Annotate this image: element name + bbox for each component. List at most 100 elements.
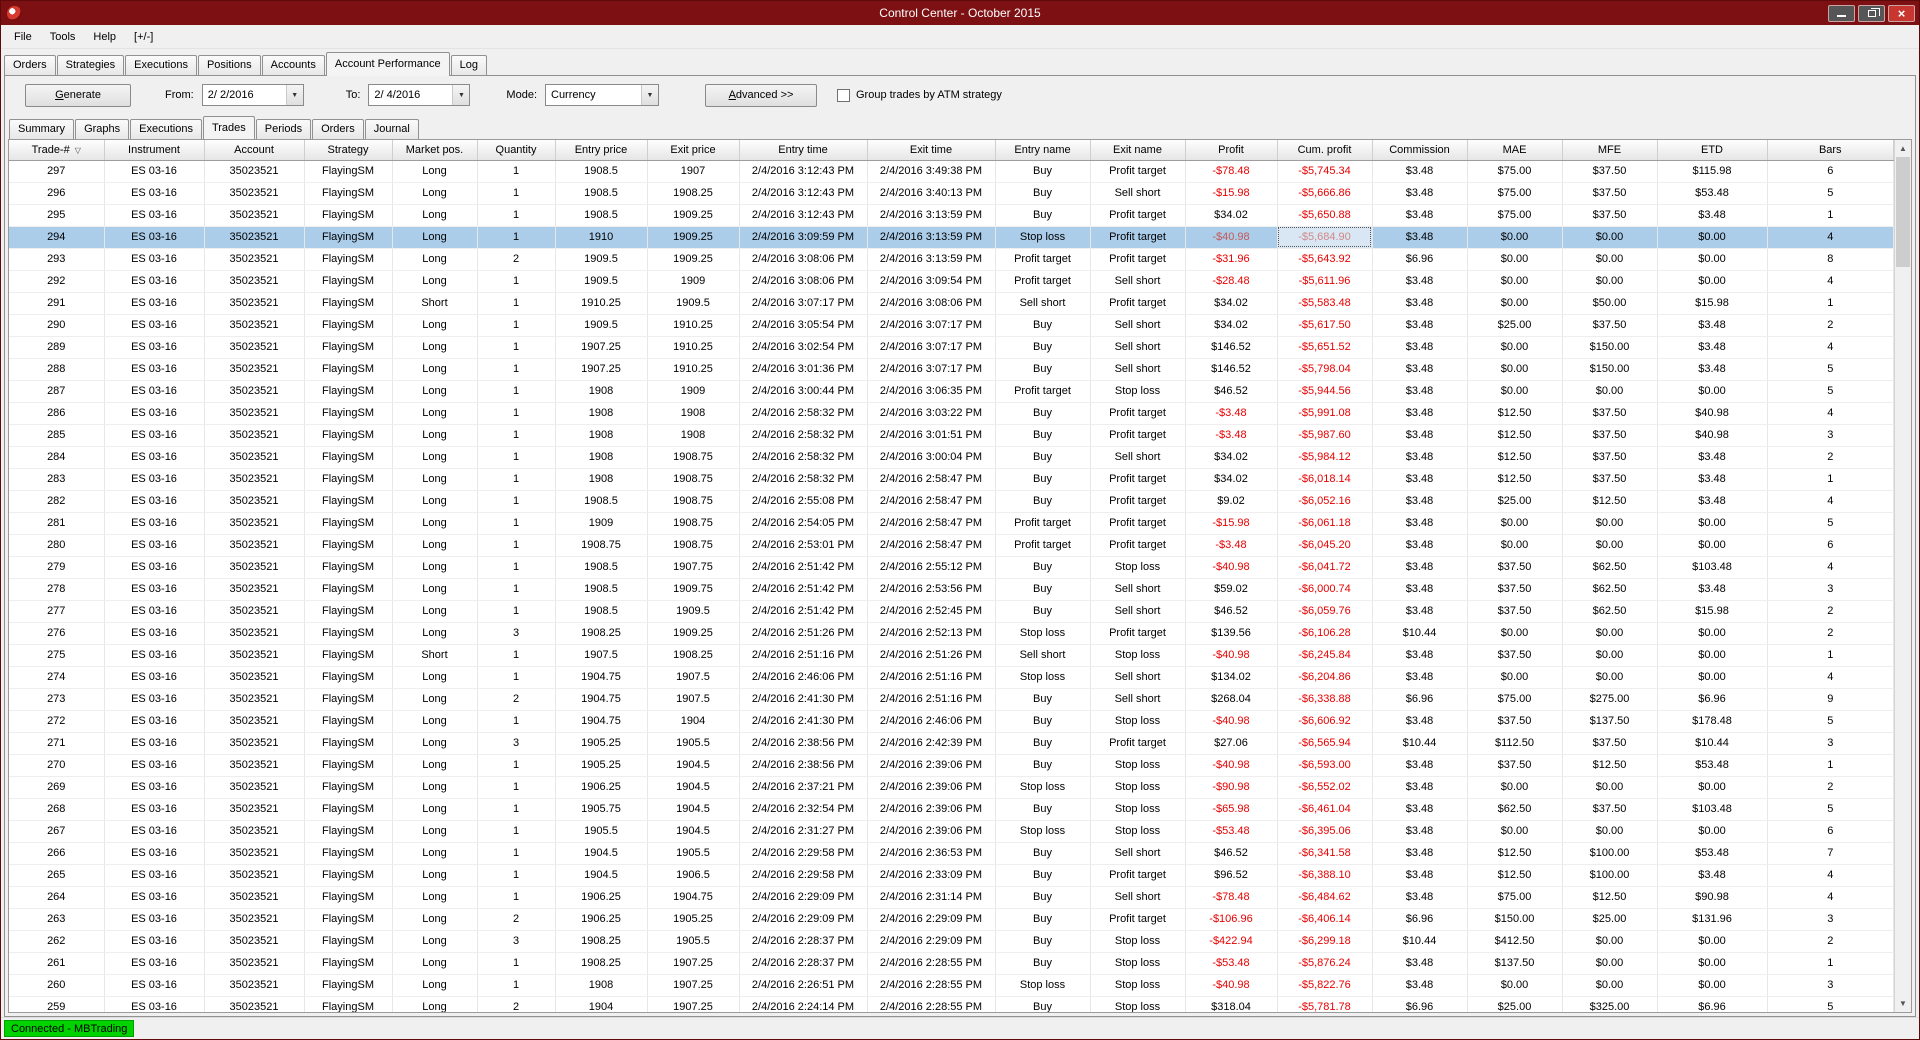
mode-combobox[interactable]: Currency ▼ <box>545 84 659 106</box>
menu-item-tools[interactable]: Tools <box>41 28 85 46</box>
column-header-entry-price[interactable]: Entry price <box>555 140 648 161</box>
close-button[interactable]: × <box>1888 4 1915 22</box>
table-row-trade-263[interactable]: 263 ES 03-16 35023521 FlayingSM Long 2 1906.25… <box>9 908 1894 931</box>
column-header-entry-time[interactable]: Entry time <box>739 140 868 161</box>
subtab-trades[interactable]: Trades <box>202 116 255 140</box>
table-row-trade-285[interactable]: 285 ES 03-16 35023521 FlayingSM Long 1 1908 190… <box>9 424 1894 447</box>
group-trades-checkbox-label[interactable]: Group trades by ATM strategy <box>856 89 1002 101</box>
table-row-trade-293[interactable]: 293 ES 03-16 35023521 FlayingSM Long 2 1909.5 1… <box>9 248 1894 271</box>
advanced-button[interactable]: Advanced >> <box>705 83 817 107</box>
column-header-commission[interactable]: Commission <box>1372 140 1468 161</box>
to-dropdown-icon[interactable]: ▼ <box>452 85 470 105</box>
to-date-picker[interactable]: 2/ 4/2016 ▼ <box>368 84 471 106</box>
table-row-trade-270[interactable]: 270 ES 03-16 35023521 FlayingSM Long 1 1905.25… <box>9 754 1894 777</box>
menu-item-help[interactable]: Help <box>84 28 125 46</box>
table-row-trade-267[interactable]: 267 ES 03-16 35023521 FlayingSM Long 1 1905.5 1… <box>9 820 1894 843</box>
table-row-trade-272[interactable]: 272 ES 03-16 35023521 FlayingSM Long 1 1904.75… <box>9 710 1894 733</box>
table-row-trade-277[interactable]: 277 ES 03-16 35023521 FlayingSM Long 1 1908.5 1… <box>9 600 1894 623</box>
cell-entry-time: 2/4/2016 2:58:32 PM <box>739 402 868 425</box>
mode-dropdown-icon[interactable]: ▼ <box>641 85 658 105</box>
column-header-mae[interactable]: MAE <box>1467 140 1563 161</box>
tab-log[interactable]: Log <box>450 55 487 75</box>
cell-account: 35023521 <box>204 292 305 315</box>
cell-entry-name: Stop loss <box>995 974 1091 997</box>
table-row-trade-268[interactable]: 268 ES 03-16 35023521 FlayingSM Long 1 1905.75… <box>9 798 1894 821</box>
table-row-trade-279[interactable]: 279 ES 03-16 35023521 FlayingSM Long 1 1908.5 1… <box>9 556 1894 579</box>
tab-executions[interactable]: Executions <box>125 55 197 75</box>
subtab-graphs[interactable]: Graphs <box>75 119 130 139</box>
table-row-trade-287[interactable]: 287 ES 03-16 35023521 FlayingSM Long 1 1908 190… <box>9 380 1894 403</box>
vertical-scrollbar[interactable]: ▲ ▼ <box>1894 140 1911 1012</box>
subtab-summary[interactable]: Summary <box>9 119 75 139</box>
column-header-etd[interactable]: ETD <box>1657 140 1768 161</box>
table-row-trade-284[interactable]: 284 ES 03-16 35023521 FlayingSM Long 1 1908 190… <box>9 446 1894 469</box>
column-header-account[interactable]: Account <box>204 140 305 161</box>
table-row-trade-276[interactable]: 276 ES 03-16 35023521 FlayingSM Long 3 1908.25… <box>9 622 1894 645</box>
subtab-journal[interactable]: Journal <box>364 119 419 139</box>
cell-instrument: ES 03-16 <box>104 248 205 271</box>
menu-item-toggle[interactable]: [+/-] <box>125 28 162 46</box>
table-row-trade-262[interactable]: 262 ES 03-16 35023521 FlayingSM Long 3 1908.25… <box>9 930 1894 953</box>
table-row-trade-296[interactable]: 296 ES 03-16 35023521 FlayingSM Long 1 1908.5 1… <box>9 182 1894 205</box>
scrollbar-track[interactable] <box>1895 267 1911 995</box>
subtab-periods[interactable]: Periods <box>255 119 312 139</box>
generate-button[interactable]: Generate <box>25 83 131 107</box>
table-row-trade-269[interactable]: 269 ES 03-16 35023521 FlayingSM Long 1 1906.25… <box>9 776 1894 799</box>
table-row-trade-281[interactable]: 281 ES 03-16 35023521 FlayingSM Long 1 1909 190… <box>9 512 1894 535</box>
app-icon[interactable] <box>7 5 22 21</box>
column-header-profit[interactable]: Profit <box>1185 140 1278 161</box>
tab-accounts[interactable]: Accounts <box>261 55 325 75</box>
table-row-trade-278[interactable]: 278 ES 03-16 35023521 FlayingSM Long 1 1908.5 1… <box>9 578 1894 601</box>
tab-account-performance[interactable]: Account Performance <box>325 52 450 76</box>
table-row-trade-260[interactable]: 260 ES 03-16 35023521 FlayingSM Long 1 1908 190… <box>9 974 1894 997</box>
table-row-trade-264[interactable]: 264 ES 03-16 35023521 FlayingSM Long 1 1906.25… <box>9 886 1894 909</box>
table-row-trade-292[interactable]: 292 ES 03-16 35023521 FlayingSM Long 1 1909.5 1… <box>9 270 1894 293</box>
table-row-trade-274[interactable]: 274 ES 03-16 35023521 FlayingSM Long 1 1904.75… <box>9 666 1894 689</box>
table-row-trade-275[interactable]: 275 ES 03-16 35023521 FlayingSM Short 1 1907.5… <box>9 644 1894 667</box>
column-header-exit-time[interactable]: Exit time <box>867 140 996 161</box>
from-dropdown-icon[interactable]: ▼ <box>285 85 303 105</box>
table-row-trade-265[interactable]: 265 ES 03-16 35023521 FlayingSM Long 1 1904.5 1… <box>9 864 1894 887</box>
table-row-trade-291[interactable]: 291 ES 03-16 35023521 FlayingSM Short 1 1910.2… <box>9 292 1894 315</box>
table-row-trade-282[interactable]: 282 ES 03-16 35023521 FlayingSM Long 1 1908.5 1… <box>9 490 1894 513</box>
column-header-exit-name[interactable]: Exit name <box>1090 140 1186 161</box>
table-row-trade-294[interactable]: 294 ES 03-16 35023521 FlayingSM Long 1 1910 190… <box>9 226 1894 249</box>
table-row-trade-290[interactable]: 290 ES 03-16 35023521 FlayingSM Long 1 1909.5 1… <box>9 314 1894 337</box>
table-row-trade-286[interactable]: 286 ES 03-16 35023521 FlayingSM Long 1 1908 190… <box>9 402 1894 425</box>
group-trades-checkbox[interactable] <box>837 88 850 102</box>
column-header-strategy[interactable]: Strategy <box>304 140 393 161</box>
column-header-market-pos[interactable]: Market pos. <box>392 140 478 161</box>
tab-strategies[interactable]: Strategies <box>56 55 125 75</box>
column-header-quantity[interactable]: Quantity <box>477 140 556 161</box>
tab-orders[interactable]: Orders <box>4 55 56 75</box>
column-header-exit-price[interactable]: Exit price <box>647 140 740 161</box>
table-row-trade-261[interactable]: 261 ES 03-16 35023521 FlayingSM Long 1 1908.25… <box>9 952 1894 975</box>
subtab-executions[interactable]: Executions <box>130 119 202 139</box>
subtab-orders[interactable]: Orders <box>312 119 364 139</box>
column-header-cum-profit[interactable]: Cum. profit <box>1277 140 1373 161</box>
tab-positions[interactable]: Positions <box>197 55 261 75</box>
table-row-trade-271[interactable]: 271 ES 03-16 35023521 FlayingSM Long 3 1905.25… <box>9 732 1894 755</box>
scroll-up-icon[interactable]: ▲ <box>1895 140 1911 157</box>
menu-item-file[interactable]: File <box>5 28 41 46</box>
table-row-trade-273[interactable]: 273 ES 03-16 35023521 FlayingSM Long 2 1904.75… <box>9 688 1894 711</box>
table-row-trade-283[interactable]: 283 ES 03-16 35023521 FlayingSM Long 1 1908 190… <box>9 468 1894 491</box>
table-row-trade-295[interactable]: 295 ES 03-16 35023521 FlayingSM Long 1 1908.5 1… <box>9 204 1894 227</box>
column-header-entry-name[interactable]: Entry name <box>995 140 1091 161</box>
title-bar[interactable]: Control Center - October 2015 × <box>1 1 1919 25</box>
minimize-button[interactable] <box>1828 4 1855 22</box>
table-row-trade-259[interactable]: 259 ES 03-16 35023521 FlayingSM Long 2 1904 190… <box>9 996 1894 1012</box>
table-row-trade-266[interactable]: 266 ES 03-16 35023521 FlayingSM Long 1 1904.5 1… <box>9 842 1894 865</box>
from-date-picker[interactable]: 2/ 2/2016 ▼ <box>201 84 304 106</box>
column-header-instrument[interactable]: Instrument <box>104 140 205 161</box>
table-row-trade-297[interactable]: 297 ES 03-16 35023521 FlayingSM Long 1 1908.5 1… <box>9 160 1894 183</box>
column-header-trade[interactable]: Trade-# ▽ <box>9 140 105 161</box>
table-row-trade-280[interactable]: 280 ES 03-16 35023521 FlayingSM Long 1 1908.75… <box>9 534 1894 557</box>
scrollbar-thumb[interactable] <box>1896 157 1910 267</box>
column-header-bars[interactable]: Bars <box>1767 140 1894 161</box>
table-row-trade-288[interactable]: 288 ES 03-16 35023521 FlayingSM Long 1 1907.25… <box>9 358 1894 381</box>
scroll-down-icon[interactable]: ▼ <box>1895 995 1911 1012</box>
table-row-trade-289[interactable]: 289 ES 03-16 35023521 FlayingSM Long 1 1907.25… <box>9 336 1894 359</box>
column-header-mfe[interactable]: MFE <box>1562 140 1658 161</box>
restore-button[interactable] <box>1858 4 1885 22</box>
